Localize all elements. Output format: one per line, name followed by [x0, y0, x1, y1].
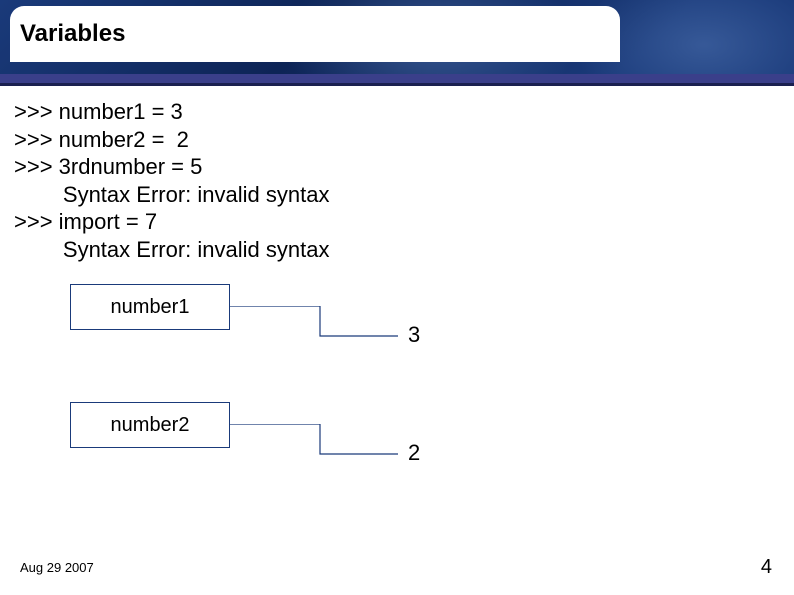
code-line: Syntax Error: invalid syntax [14, 236, 774, 264]
connector-2 [230, 424, 400, 458]
title-panel: Variables [10, 6, 620, 62]
slide-title: Variables [20, 20, 610, 48]
page-number: 4 [761, 556, 772, 579]
code-line: Syntax Error: invalid syntax [14, 181, 774, 209]
code-line: >>> number2 = 2 [14, 126, 774, 154]
code-line: >>> import = 7 [14, 208, 774, 236]
code-line: >>> 3rdnumber = 5 [14, 153, 774, 181]
slide-background: Variables >>> number1 = 3 >>> number2 = … [0, 0, 794, 595]
content-area: >>> number1 = 3 >>> number2 = 2 >>> 3rdn… [14, 98, 774, 263]
accent-bar [0, 74, 794, 86]
connector-1 [230, 306, 400, 340]
diagram-area: number1 3 number2 2 [70, 284, 570, 504]
footer-date: Aug 29 2007 [20, 560, 94, 575]
value-text-1: 3 [408, 322, 420, 348]
variable-box-2: number2 [70, 402, 230, 448]
variable-box-1: number1 [70, 284, 230, 330]
variable-box-1-label: number1 [111, 296, 190, 319]
code-line: >>> number1 = 3 [14, 98, 774, 126]
variable-box-2-label: number2 [111, 414, 190, 437]
value-text-2: 2 [408, 440, 420, 466]
